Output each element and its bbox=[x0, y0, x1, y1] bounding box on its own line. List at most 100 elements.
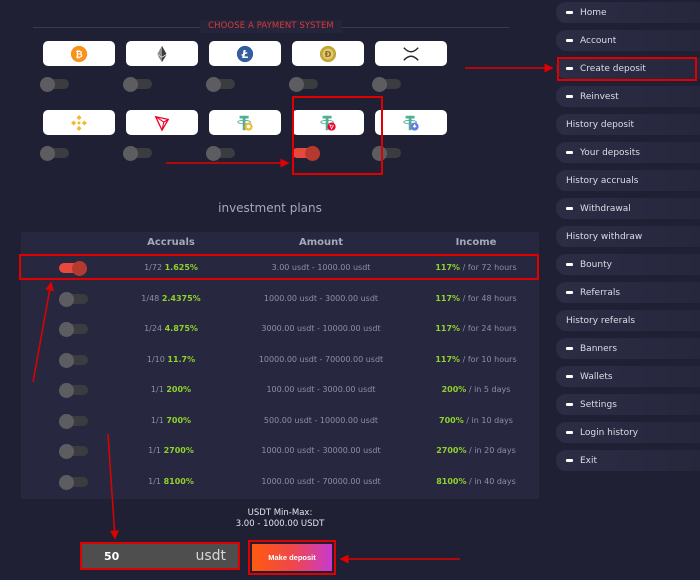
usdt-erc20-icon bbox=[403, 115, 419, 131]
sidebar-item-history-deposit[interactable]: History deposit bbox=[556, 114, 700, 135]
plan-rate: 8100% bbox=[163, 476, 194, 486]
usdt-bep20-icon bbox=[237, 115, 253, 131]
coin-card-bitcoin[interactable]: ₿ bbox=[43, 41, 115, 66]
toggle-bnb[interactable] bbox=[40, 146, 70, 161]
dash-icon bbox=[566, 347, 573, 350]
sidebar-item-label: Settings bbox=[580, 399, 617, 410]
toggle-dogecoin[interactable] bbox=[289, 77, 319, 92]
toggle-tron[interactable] bbox=[123, 146, 153, 161]
plan-income-term: / in 5 days bbox=[466, 385, 511, 394]
sidebar-item-history-withdraw[interactable]: History withdraw bbox=[556, 226, 700, 247]
plan-rate: 700% bbox=[166, 415, 192, 425]
sidebar-item-banners[interactable]: Banners bbox=[556, 338, 700, 359]
make-deposit-button[interactable]: Make deposit bbox=[252, 544, 332, 571]
plan-accruals: 1/72 1.625% bbox=[101, 263, 241, 272]
plan-row[interactable]: 1/10 11.7% 10000.00 usdt - 70000.00 usdt… bbox=[21, 346, 539, 374]
coin-card-litecoin[interactable]: Ł bbox=[209, 41, 281, 66]
plan-income-term: / for 72 hours bbox=[460, 263, 517, 272]
plan-row[interactable]: 1/1 2700% 1000.00 usdt - 30000.00 usdt 2… bbox=[21, 437, 539, 465]
bitcoin-icon: ₿ bbox=[70, 45, 88, 62]
sidebar-item-your-deposits[interactable]: Your deposits bbox=[556, 142, 700, 163]
plan-income-percent: 117% bbox=[435, 354, 461, 364]
plans-table-header: Accruals Amount Income bbox=[21, 232, 539, 252]
plan-income-term: / for 10 hours bbox=[460, 354, 517, 364]
amount-input[interactable]: 50 usdt bbox=[82, 544, 238, 568]
plan-accruals: 1/24 4.875% bbox=[101, 324, 241, 333]
plan-row[interactable]: 1/72 1.625% 3.00 usdt - 1000.00 usdt 117… bbox=[21, 254, 539, 282]
coin-card-dogecoin[interactable]: Ð bbox=[292, 41, 364, 66]
plan-toggle[interactable] bbox=[59, 413, 89, 429]
dash-icon bbox=[566, 95, 573, 98]
svg-text:Ł: Ł bbox=[240, 48, 248, 61]
toggle-usdt-erc20[interactable] bbox=[372, 146, 402, 161]
plan-row[interactable]: 1/1 200% 100.00 usdt - 3000.00 usdt 200%… bbox=[21, 376, 539, 404]
sidebar-item-history-accruals[interactable]: History accruals bbox=[556, 170, 700, 191]
sidebar-item-label: Referrals bbox=[580, 287, 621, 298]
usdt-trc20-icon bbox=[320, 115, 336, 131]
plan-row[interactable]: 1/48 2.4375% 1000.00 usdt - 3000.00 usdt… bbox=[21, 285, 539, 313]
plan-toggle[interactable] bbox=[59, 322, 89, 337]
sidebar-item-create-deposit[interactable]: Create deposit bbox=[556, 58, 700, 79]
sidebar-item-withdrawal[interactable]: Withdrawal bbox=[556, 198, 700, 219]
toggle-ethereum[interactable] bbox=[123, 77, 153, 92]
plan-accruals: 1/1 8100% bbox=[101, 477, 241, 486]
dash-icon bbox=[566, 207, 573, 210]
coin-card-xrp[interactable] bbox=[375, 41, 447, 66]
toggle-usdt-trc20[interactable] bbox=[292, 146, 322, 161]
sidebar-item-referrals[interactable]: Referrals bbox=[556, 282, 700, 303]
sidebar-item-reinvest[interactable]: Reinvest bbox=[556, 86, 700, 107]
dash-icon bbox=[566, 459, 573, 462]
plan-row[interactable]: 1/1 8100% 1000.00 usdt - 70000.00 usdt 8… bbox=[21, 468, 539, 496]
plan-amount: 1000.00 usdt - 70000.00 usdt bbox=[261, 476, 381, 486]
sidebar-item-login-history[interactable]: Login history bbox=[556, 422, 700, 443]
toggle-usdt-bep20[interactable] bbox=[206, 146, 236, 161]
plan-row[interactable]: 1/1 700% 500.00 usdt - 10000.00 usdt 700… bbox=[21, 407, 539, 435]
dash-icon bbox=[566, 291, 573, 294]
plan-income: 117% / for 24 hours bbox=[416, 324, 536, 333]
plan-toggle[interactable] bbox=[59, 383, 89, 398]
plan-amount: 1000.00 usdt - 3000.00 usdt bbox=[263, 293, 379, 303]
plan-income-percent: 2700% bbox=[436, 446, 467, 455]
coin-card-tron[interactable] bbox=[126, 110, 198, 135]
plan-income-term: / in 20 days bbox=[466, 446, 516, 455]
toggle-bitcoin[interactable] bbox=[40, 77, 70, 92]
sidebar-item-label: Banners bbox=[580, 343, 618, 354]
sidebar-item-label: History accruals bbox=[566, 175, 639, 186]
plan-income-term: / for 48 hours bbox=[460, 293, 517, 303]
amount-value[interactable]: 50 bbox=[104, 550, 119, 563]
plan-accruals: 1/1 700% bbox=[101, 416, 241, 425]
plan-toggle[interactable] bbox=[59, 474, 89, 490]
plan-toggle[interactable] bbox=[59, 352, 89, 368]
toggle-xrp[interactable] bbox=[372, 77, 402, 92]
plan-accruals: 1/48 2.4375% bbox=[101, 294, 241, 303]
coin-card-ethereum[interactable] bbox=[126, 41, 198, 66]
sidebar-item-home[interactable]: Home bbox=[556, 2, 700, 23]
sidebar-item-wallets[interactable]: Wallets bbox=[556, 366, 700, 387]
plan-income: 700% / in 10 days bbox=[416, 416, 536, 425]
coin-card-usdt-trc20[interactable] bbox=[292, 110, 364, 135]
plans-table: Accruals Amount Income 1/72 1.625% 3.00 … bbox=[21, 232, 539, 499]
plan-rate: 11.7% bbox=[167, 354, 196, 364]
sidebar-item-settings[interactable]: Settings bbox=[556, 394, 700, 415]
amount-unit: usdt bbox=[195, 548, 226, 564]
dash-icon bbox=[566, 151, 573, 154]
dash-icon bbox=[566, 375, 573, 378]
sidebar-item-account[interactable]: Account bbox=[556, 30, 700, 51]
plan-rate: 2700% bbox=[163, 446, 194, 455]
plan-income-percent: 117% bbox=[435, 263, 461, 272]
sidebar-item-label: Your deposits bbox=[580, 147, 640, 158]
coin-card-usdt-bep20[interactable] bbox=[209, 110, 281, 135]
sidebar-item-bounty[interactable]: Bounty bbox=[556, 254, 700, 275]
minmax-label: USDT Min-Max: bbox=[247, 508, 313, 518]
plan-row[interactable]: 1/24 4.875% 3000.00 usdt - 10000.00 usdt… bbox=[21, 315, 539, 343]
plan-toggle[interactable] bbox=[59, 291, 89, 307]
plan-toggle[interactable] bbox=[59, 444, 89, 459]
sidebar-item-exit[interactable]: Exit bbox=[556, 450, 700, 471]
sidebar-item-label: Reinvest bbox=[580, 91, 619, 102]
plan-toggle[interactable] bbox=[59, 261, 89, 276]
toggle-litecoin[interactable] bbox=[206, 77, 236, 92]
coin-card-bnb[interactable] bbox=[43, 110, 115, 135]
plan-period: 1/24 bbox=[144, 324, 163, 333]
coin-card-usdt-erc20[interactable] bbox=[375, 110, 447, 135]
sidebar-item-history-referals[interactable]: History referals bbox=[556, 310, 700, 331]
